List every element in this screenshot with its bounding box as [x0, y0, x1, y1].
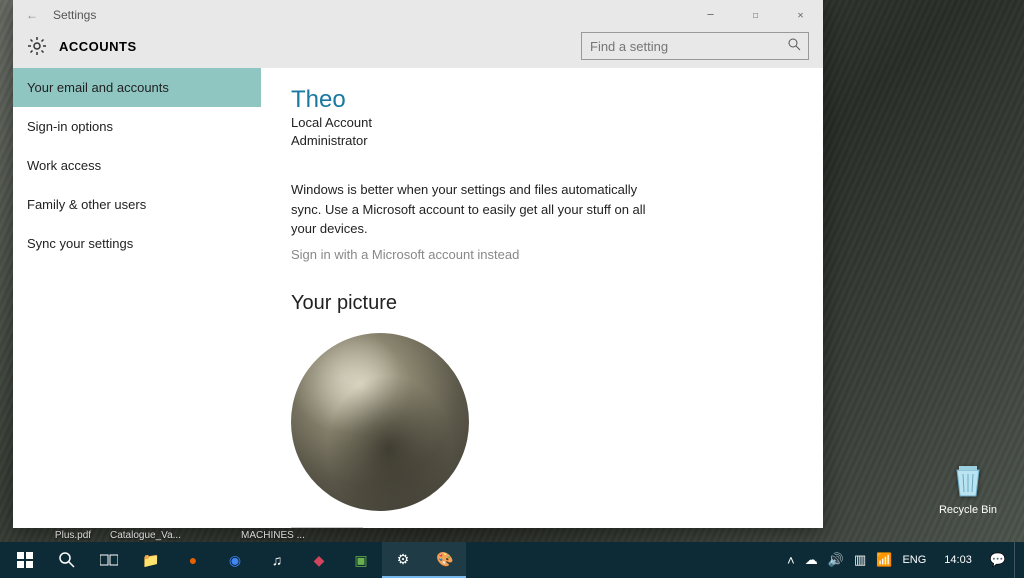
start-button[interactable]	[4, 542, 46, 578]
taskbar-app-generic2[interactable]: ▣	[340, 542, 382, 578]
task-view-icon[interactable]	[88, 542, 130, 578]
account-username: Theo	[291, 86, 793, 114]
browse-button[interactable]: Browse	[291, 527, 363, 528]
picture-heading: Your picture	[291, 292, 793, 315]
sync-description: Windows is better when your settings and…	[291, 180, 651, 239]
search-taskbar-icon[interactable]	[46, 542, 88, 578]
search-input[interactable]	[581, 32, 809, 60]
folder-icon: 📁	[142, 552, 159, 569]
window-title: Settings	[53, 8, 96, 22]
titlebar: ← Settings ─ ☐ ✕	[13, 0, 823, 30]
content-area: Theo Local Account Administrator Windows…	[261, 68, 823, 528]
taskbar: 📁 ● ◉ ♫ ◆ ▣ ⚙ 🎨 ˄ ☁ 🔊 ▥ 📶 ENG 14:03 💬	[0, 542, 1024, 578]
taskbar-app-explorer[interactable]: 📁	[130, 542, 172, 578]
action-center-icon[interactable]: 💬	[990, 552, 1006, 568]
close-button[interactable]: ✕	[778, 0, 823, 30]
desktop-file[interactable]: MACHINES ...	[238, 530, 308, 541]
volume-icon[interactable]: 🔊	[828, 552, 844, 568]
wifi-icon[interactable]: 📶	[876, 552, 892, 568]
search-icon	[788, 38, 801, 54]
recycle-bin-label: Recycle Bin	[939, 504, 997, 516]
taskbar-app-generic1[interactable]: ◆	[298, 542, 340, 578]
language-indicator[interactable]: ENG	[902, 554, 926, 566]
recycle-bin[interactable]: Recycle Bin	[936, 458, 1000, 516]
clock[interactable]: 14:03	[936, 554, 980, 566]
taskbar-app-chrome[interactable]: ◉	[214, 542, 256, 578]
taskbar-app-settings[interactable]: ⚙	[382, 542, 424, 578]
maximize-button[interactable]: ☐	[733, 0, 778, 30]
minimize-button[interactable]: ─	[688, 0, 733, 30]
sidebar-item-email-accounts[interactable]: Your email and accounts	[13, 68, 261, 107]
onedrive-icon[interactable]: ☁	[805, 552, 818, 568]
sidebar-item-sync-settings[interactable]: Sync your settings	[13, 224, 261, 263]
taskbar-app-firefox[interactable]: ●	[172, 542, 214, 578]
avatar	[291, 333, 469, 511]
settings-window: ← Settings ─ ☐ ✕ ACCOUNTS Your email and…	[13, 0, 823, 528]
gear-icon	[27, 36, 47, 56]
sidebar-item-family-users[interactable]: Family & other users	[13, 185, 261, 224]
desktop-file[interactable]: Catalogue_Va...	[110, 530, 180, 541]
sidebar-item-work-access[interactable]: Work access	[13, 146, 261, 185]
taskbar-app-itunes[interactable]: ♫	[256, 542, 298, 578]
sidebar-item-signin-options[interactable]: Sign-in options	[13, 107, 261, 146]
account-role: Administrator	[291, 132, 793, 150]
back-button[interactable]: ←	[21, 8, 43, 22]
recycle-bin-icon	[947, 458, 989, 500]
account-type: Local Account	[291, 114, 793, 132]
desktop-file[interactable]: Plus.pdf	[38, 530, 108, 541]
sidebar: Your email and accounts Sign-in options …	[13, 68, 261, 528]
network-icon[interactable]: ▥	[854, 552, 866, 568]
taskbar-app-paint[interactable]: 🎨	[424, 542, 466, 578]
chevron-up-icon[interactable]: ˄	[787, 553, 795, 568]
system-tray: ˄ ☁ 🔊 ▥ 📶 ENG 14:03 💬	[787, 552, 1014, 568]
header: ACCOUNTS	[13, 30, 823, 68]
section-title: ACCOUNTS	[59, 39, 137, 54]
microsoft-signin-link[interactable]: Sign in with a Microsoft account instead	[291, 247, 793, 262]
gear-icon: ⚙	[397, 551, 410, 568]
palette-icon: 🎨	[436, 551, 453, 568]
show-desktop-button[interactable]	[1014, 542, 1020, 578]
